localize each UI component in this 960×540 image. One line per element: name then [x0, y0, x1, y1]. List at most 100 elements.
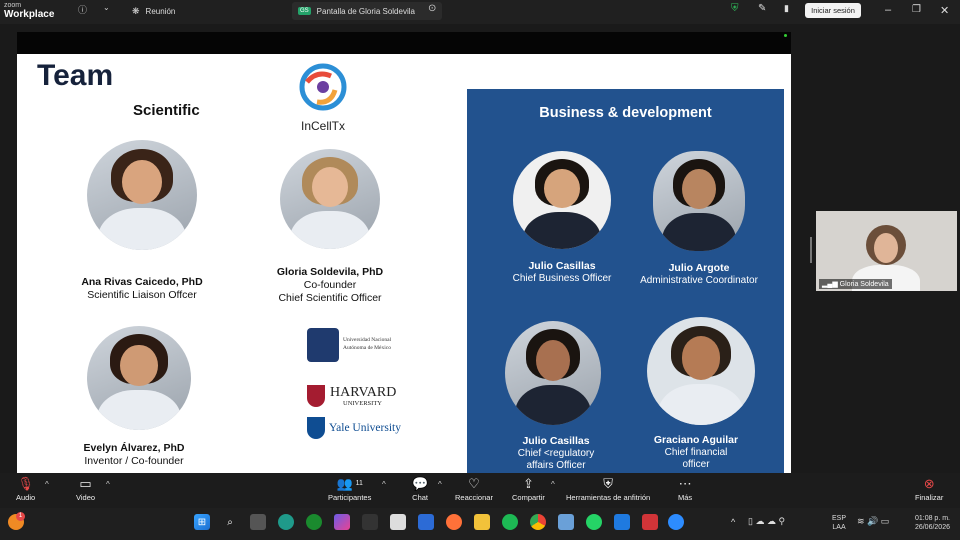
- person-role: Inventor / Co-founder: [84, 455, 184, 467]
- share-screen-icon: ⇪: [523, 476, 534, 491]
- mic-muted-icon: 🎙: [17, 476, 34, 491]
- meeting-toolbar: 🎙 Audio ^ ▭ Video ^ 👥 11 Participantes ^ 💬 Ch…: [0, 473, 960, 508]
- language-indicator[interactable]: ESP LAA: [832, 514, 846, 532]
- avatar: [513, 151, 611, 249]
- slide-title: Team: [37, 59, 114, 92]
- pen-icon[interactable]: ✎: [758, 3, 766, 14]
- task-view-icon[interactable]: [250, 514, 266, 530]
- audio-button[interactable]: 🎙 Audio: [16, 476, 35, 502]
- chevron-up-icon[interactable]: ^: [45, 480, 49, 489]
- zoom-icon[interactable]: [668, 514, 684, 530]
- chevron-down-icon[interactable]: ⌄: [103, 3, 110, 12]
- xbox-icon[interactable]: [306, 514, 322, 530]
- avatar: [653, 151, 745, 251]
- video-button[interactable]: ▭ Video: [76, 476, 95, 502]
- chevron-up-icon[interactable]: ^: [382, 480, 386, 489]
- business-development-panel: Business & development Julio Casillas Ch…: [467, 89, 784, 474]
- resize-handle[interactable]: [810, 237, 812, 263]
- person-role: officer: [682, 459, 710, 470]
- avatar: [87, 326, 191, 430]
- participants-button[interactable]: 👥 11 Participantes: [328, 476, 371, 502]
- avatar: [505, 321, 601, 425]
- chat-button[interactable]: 💬 Chat: [412, 476, 428, 502]
- unam-seal-icon: [307, 328, 339, 362]
- search-icon[interactable]: ⌕: [222, 514, 238, 530]
- app-icon[interactable]: [418, 514, 434, 530]
- harvard-logo: HARVARD UNIVERSITY: [307, 382, 417, 412]
- person-card: Julio Argote Administrative Coordinator: [624, 262, 774, 287]
- close-icon[interactable]: ✕: [940, 4, 949, 17]
- react-button[interactable]: ♡ Reaccionar: [455, 476, 493, 502]
- tab-screen-share[interactable]: GS Pantalla de Gloria Soldevila: [292, 2, 442, 20]
- person-card: Graciano Aguilar Chief financial officer: [621, 434, 771, 471]
- windows-taskbar: 1 ⊞ ⌕ ^ ▯ ☁ ☁ ⚲ ESP LAA ≋ 🔊 ▭ 01:08 p. m.…: [0, 508, 960, 540]
- chevron-up-icon[interactable]: ^: [551, 480, 555, 489]
- phone-icon[interactable]: ▮: [784, 3, 789, 14]
- participants-count: 11: [355, 480, 363, 487]
- more-dots-icon: ⋯: [678, 476, 692, 491]
- folder-icon[interactable]: [474, 514, 490, 530]
- slide-subtitle: Scientific: [133, 102, 200, 119]
- company-logo-icon: [299, 63, 347, 111]
- app-icon[interactable]: [614, 514, 630, 530]
- notification-badge: 1: [16, 512, 25, 521]
- spotify-icon[interactable]: [502, 514, 518, 530]
- chevron-up-icon[interactable]: ^: [106, 480, 110, 489]
- slide-top-bar: [17, 32, 791, 54]
- person-name: Julio Casillas: [522, 435, 590, 447]
- tray-icons[interactable]: ▯ ☁ ☁ ⚲: [748, 516, 785, 527]
- info-icon[interactable]: ⓘ: [78, 3, 87, 16]
- wifi-volume-battery-icons[interactable]: ≋ 🔊 ▭: [857, 516, 889, 527]
- more-options-icon[interactable]: ⊙: [428, 3, 436, 14]
- firefox-icon[interactable]: [446, 514, 462, 530]
- participants-icon: 👥 11: [336, 476, 363, 491]
- tray-chevron-icon[interactable]: ^: [731, 517, 735, 527]
- person-role: Chief Business Officer: [512, 273, 612, 284]
- more-button[interactable]: ⋯ Más: [678, 476, 692, 502]
- person-name: Evelyn Álvarez, PhD: [83, 442, 185, 454]
- avatar: [87, 140, 197, 250]
- edge-icon[interactable]: [278, 514, 294, 530]
- copilot-icon[interactable]: [334, 514, 350, 530]
- heart-icon: ♡: [468, 476, 480, 491]
- company-logo: InCellTx: [295, 62, 351, 133]
- presentation-slide: Team Scientific InCellTx Ana Rivas Caice…: [17, 54, 791, 474]
- panel-title: Business & development: [539, 105, 712, 121]
- person-role: affairs Officer: [526, 460, 586, 471]
- chat-icon: 💬: [412, 476, 429, 491]
- meeting-icon: ❋: [132, 5, 140, 16]
- yale-shield-icon: [307, 417, 325, 439]
- chrome-icon[interactable]: [530, 514, 546, 530]
- yale-logo: Yale University: [307, 416, 417, 444]
- host-tools-button[interactable]: ⛨ Herramientas de anfitrión: [566, 476, 650, 502]
- person-role: Chief <regulatory: [517, 448, 595, 459]
- participant-video-tile[interactable]: ▂▄▆ Gloria Soldevila: [816, 211, 957, 291]
- photos-icon[interactable]: [558, 514, 574, 530]
- minimize-icon[interactable]: –: [885, 4, 891, 16]
- tab-meeting-label: Reunión: [145, 6, 176, 16]
- person-card: Evelyn Álvarez, PhD Inventor / Co-founde…: [39, 442, 229, 468]
- signin-button[interactable]: Iniciar sesión: [805, 3, 861, 18]
- calendar-icon[interactable]: [390, 514, 406, 530]
- unam-logo: Universidad Nacional Autónoma de México: [307, 326, 407, 366]
- chevron-up-icon[interactable]: ^: [438, 480, 442, 489]
- status-dot: [784, 34, 787, 37]
- clock[interactable]: 01:08 p. m. 26/06/2026: [906, 514, 950, 532]
- share-button[interactable]: ⇪ Compartir: [512, 476, 545, 502]
- signal-icon: ▂▄▆: [822, 281, 840, 288]
- share-badge: GS: [298, 7, 311, 15]
- shield-icon[interactable]: ⛨: [731, 3, 739, 14]
- person-name: Ana Rivas Caicedo, PhD: [81, 276, 203, 288]
- person-role: Chief Scientific Officer: [278, 292, 382, 304]
- tab-meeting[interactable]: ❋ Reunión: [126, 2, 286, 20]
- restore-icon[interactable]: ❐: [912, 4, 921, 15]
- share-stage: Team Scientific InCellTx Ana Rivas Caice…: [0, 24, 960, 474]
- whatsapp-icon[interactable]: [586, 514, 602, 530]
- harvard-shield-icon: [307, 385, 325, 407]
- person-card: Ana Rivas Caicedo, PhD Scientific Liaiso…: [47, 276, 237, 302]
- start-icon[interactable]: ⊞: [194, 514, 210, 530]
- app-icon[interactable]: [642, 514, 658, 530]
- app-icon[interactable]: [362, 514, 378, 530]
- avatar: [647, 317, 755, 425]
- end-meeting-button[interactable]: ⊗ Finalizar: [915, 476, 943, 502]
